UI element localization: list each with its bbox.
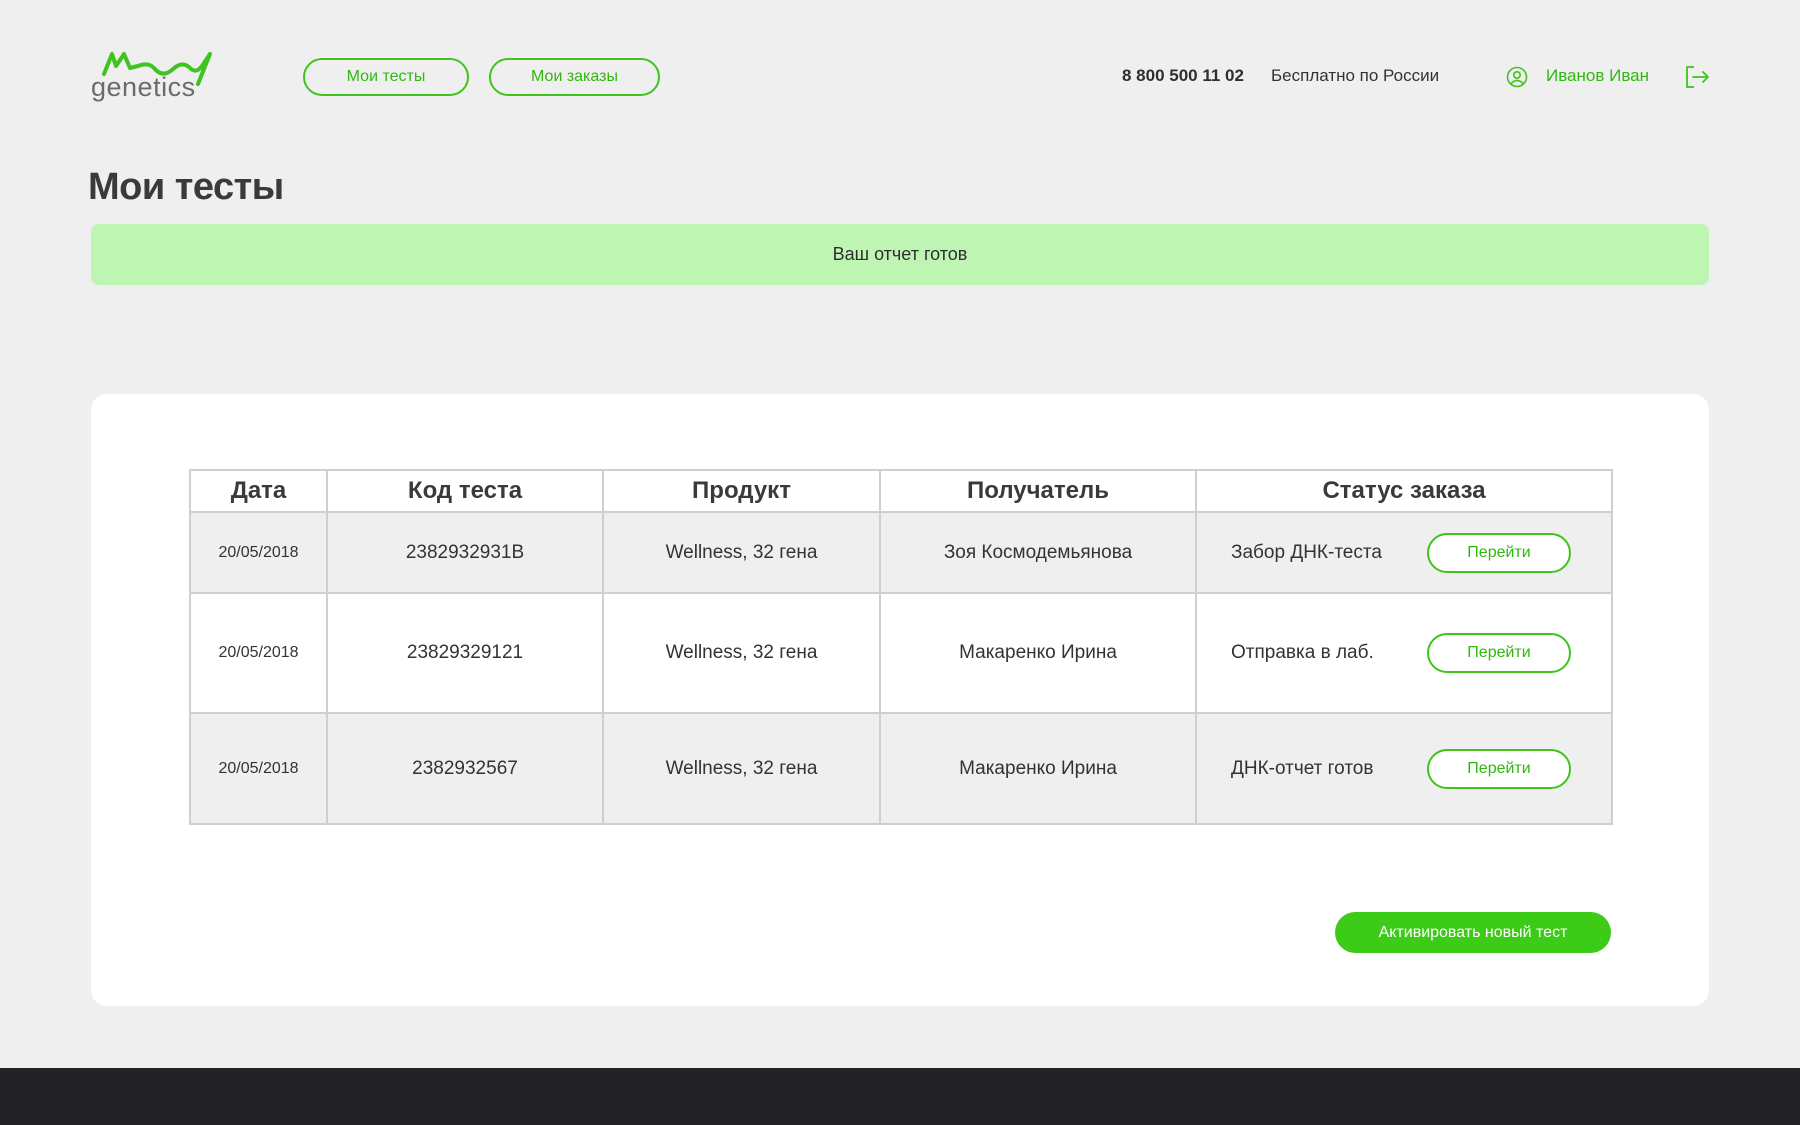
go-button[interactable]: Перейти: [1427, 633, 1571, 673]
phone-note: Бесплатно по России: [1271, 66, 1440, 85]
go-button[interactable]: Перейти: [1427, 532, 1571, 573]
activate-new-test-button[interactable]: Активировать новый тест: [1335, 912, 1611, 953]
tests-table: Дата Код теста Продукт Получатель Статус…: [189, 469, 1613, 825]
status-text: Забор ДНК-теста: [1231, 541, 1382, 563]
column-header-status: Статус заказа: [1195, 469, 1613, 513]
nav-my-orders-button[interactable]: Мои заказы: [489, 58, 660, 96]
test-code-cell: 2382932567: [326, 712, 604, 825]
site-footer: [0, 1068, 1800, 1125]
column-header-product: Продукт: [602, 469, 881, 513]
recipient-cell: Макаренко Ирина: [879, 592, 1197, 714]
table-row: 20/05/2018 2382932567 Wellness, 32 гена …: [189, 712, 1613, 825]
nav-my-tests-button[interactable]: Мои тесты: [303, 58, 469, 96]
go-button[interactable]: Перейти: [1427, 748, 1571, 789]
date-cell: 20/05/2018: [189, 592, 328, 714]
product-cell: Wellness, 32 гена: [602, 592, 881, 714]
status-text: ДНК-отчет готов: [1231, 757, 1374, 779]
mygenetics-logo[interactable]: genetics: [90, 48, 220, 108]
date-cell: 20/05/2018: [189, 712, 328, 825]
report-ready-notice: Ваш отчет готов: [91, 224, 1709, 285]
product-cell: Wellness, 32 гена: [602, 511, 881, 594]
test-code-cell: 23829329121: [326, 592, 604, 714]
tests-card: Дата Код теста Продукт Получатель Статус…: [91, 394, 1709, 1006]
table-row: 20/05/2018 2382932931B Wellness, 32 гена…: [189, 511, 1613, 594]
recipient-cell: Зоя Космодемьянова: [879, 511, 1197, 594]
product-cell: Wellness, 32 гена: [602, 712, 881, 825]
logo-wordmark: genetics: [91, 72, 196, 102]
status-cell: Забор ДНК-теста Перейти: [1195, 511, 1613, 594]
status-cell: ДНК-отчет готов Перейти: [1195, 712, 1613, 825]
notice-text: Ваш отчет готов: [832, 244, 968, 264]
status-text: Отправка в лаб.: [1231, 642, 1374, 663]
status-cell: Отправка в лаб. Перейти: [1195, 592, 1613, 714]
logout-icon[interactable]: [1684, 65, 1710, 89]
test-code-cell: 2382932931B: [326, 511, 604, 594]
column-header-recipient: Получатель: [879, 469, 1197, 513]
recipient-cell: Макаренко Ирина: [879, 712, 1197, 825]
table-header-row: Дата Код теста Продукт Получатель Статус…: [189, 469, 1613, 513]
column-header-code: Код теста: [326, 469, 604, 513]
user-circle-icon[interactable]: [1506, 66, 1528, 88]
column-header-date: Дата: [189, 469, 328, 513]
page-title: Мои тесты: [88, 166, 284, 208]
date-cell: 20/05/2018: [189, 511, 328, 594]
site-header: genetics Мои тесты Мои заказы 8 800 500 …: [0, 0, 1800, 150]
user-name-link[interactable]: Иванов Иван: [1546, 66, 1649, 86]
table-row: 20/05/2018 23829329121 Wellness, 32 гена…: [189, 592, 1613, 714]
support-phone[interactable]: 8 800 500 11 02: [1122, 66, 1244, 86]
